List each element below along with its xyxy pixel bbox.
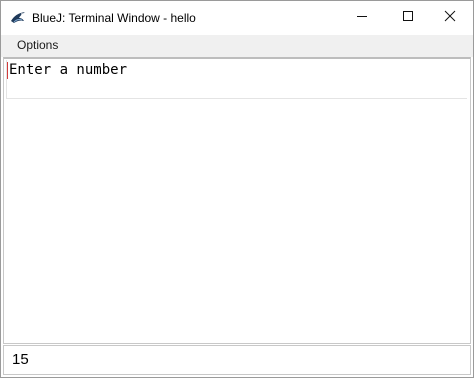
menu-bar: Options: [1, 35, 473, 57]
terminal-input-field[interactable]: 15: [3, 345, 471, 375]
close-button[interactable]: [427, 1, 473, 35]
close-icon: [444, 9, 456, 27]
text-caret: [7, 62, 8, 79]
bluej-bird-icon: [10, 10, 26, 26]
terminal-output-area[interactable]: Enter a number: [3, 57, 471, 344]
terminal-window: BlueJ: Terminal Window - hello Options E…: [0, 0, 474, 378]
minimize-button[interactable]: [339, 1, 385, 35]
output-text: Enter a number: [9, 62, 128, 78]
menu-options[interactable]: Options: [11, 35, 64, 57]
minimize-icon: [356, 9, 368, 27]
maximize-icon: [402, 9, 414, 27]
title-bar[interactable]: BlueJ: Terminal Window - hello: [1, 1, 473, 35]
window-title: BlueJ: Terminal Window - hello: [32, 11, 196, 25]
input-value: 15: [12, 351, 29, 368]
maximize-button[interactable]: [385, 1, 431, 35]
